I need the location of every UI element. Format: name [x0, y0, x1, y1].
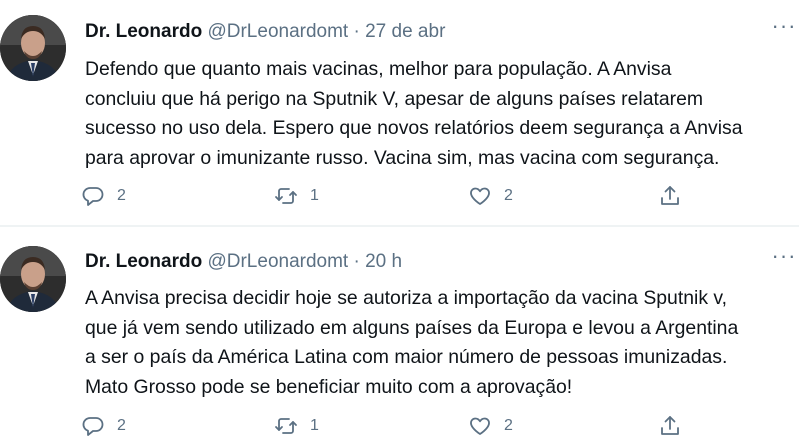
share-icon	[661, 186, 679, 205]
retweet-count: 1	[310, 417, 319, 434]
tweet-header: Dr. Leonardo @DrLeonardomt · 20 h	[85, 249, 402, 275]
share-button[interactable]	[658, 178, 682, 214]
like-icon	[470, 417, 490, 435]
reply-count: 2	[117, 417, 126, 434]
author-name[interactable]: Dr. Leonardo	[85, 21, 202, 42]
more-icon[interactable]: ···	[769, 245, 799, 272]
retweet-icon	[275, 418, 297, 434]
tweet-text: Defendo que quanto mais vacinas, melhor …	[85, 58, 743, 169]
more-icon[interactable]: ···	[769, 15, 799, 42]
author-handle[interactable]: @DrLeonardomt	[207, 251, 348, 272]
like-button[interactable]: 2	[468, 408, 513, 444]
reply-count: 2	[117, 187, 126, 204]
tweet[interactable]: Dr. Leonardo @DrLeonardomt · 27 de abr ·…	[0, 0, 799, 225]
retweet-button[interactable]: 1	[274, 408, 319, 444]
retweet-button[interactable]: 1	[274, 178, 319, 214]
share-icon	[661, 416, 679, 435]
reply-button[interactable]: 2	[81, 408, 126, 444]
tweet-actions: 2 1 2	[78, 408, 718, 444]
avatar[interactable]	[0, 15, 66, 81]
author-handle[interactable]: @DrLeonardomt	[207, 21, 348, 42]
timestamp[interactable]: 27 de abr	[365, 21, 445, 42]
retweet-icon	[275, 188, 297, 204]
tweet-text: A Anvisa precisa decidir hoje se autoriz…	[85, 287, 739, 398]
avatar[interactable]	[0, 246, 66, 312]
retweet-count: 1	[310, 187, 319, 204]
author-name[interactable]: Dr. Leonardo	[85, 251, 202, 272]
like-button[interactable]: 2	[468, 178, 513, 214]
tweet[interactable]: Dr. Leonardo @DrLeonardomt · 20 h ··· A …	[0, 227, 799, 441]
tweet-header: Dr. Leonardo @DrLeonardomt · 27 de abr	[85, 19, 445, 45]
separator-dot: ·	[353, 251, 360, 272]
reply-button[interactable]: 2	[81, 178, 126, 214]
timestamp[interactable]: 20 h	[365, 251, 402, 272]
like-count: 2	[504, 417, 513, 434]
like-icon	[470, 187, 490, 205]
like-count: 2	[504, 187, 513, 204]
tweet-actions: 2 1 2	[78, 178, 718, 214]
reply-icon	[82, 417, 104, 436]
separator-dot: ·	[353, 21, 360, 42]
reply-icon	[82, 187, 104, 206]
share-button[interactable]	[658, 408, 682, 444]
